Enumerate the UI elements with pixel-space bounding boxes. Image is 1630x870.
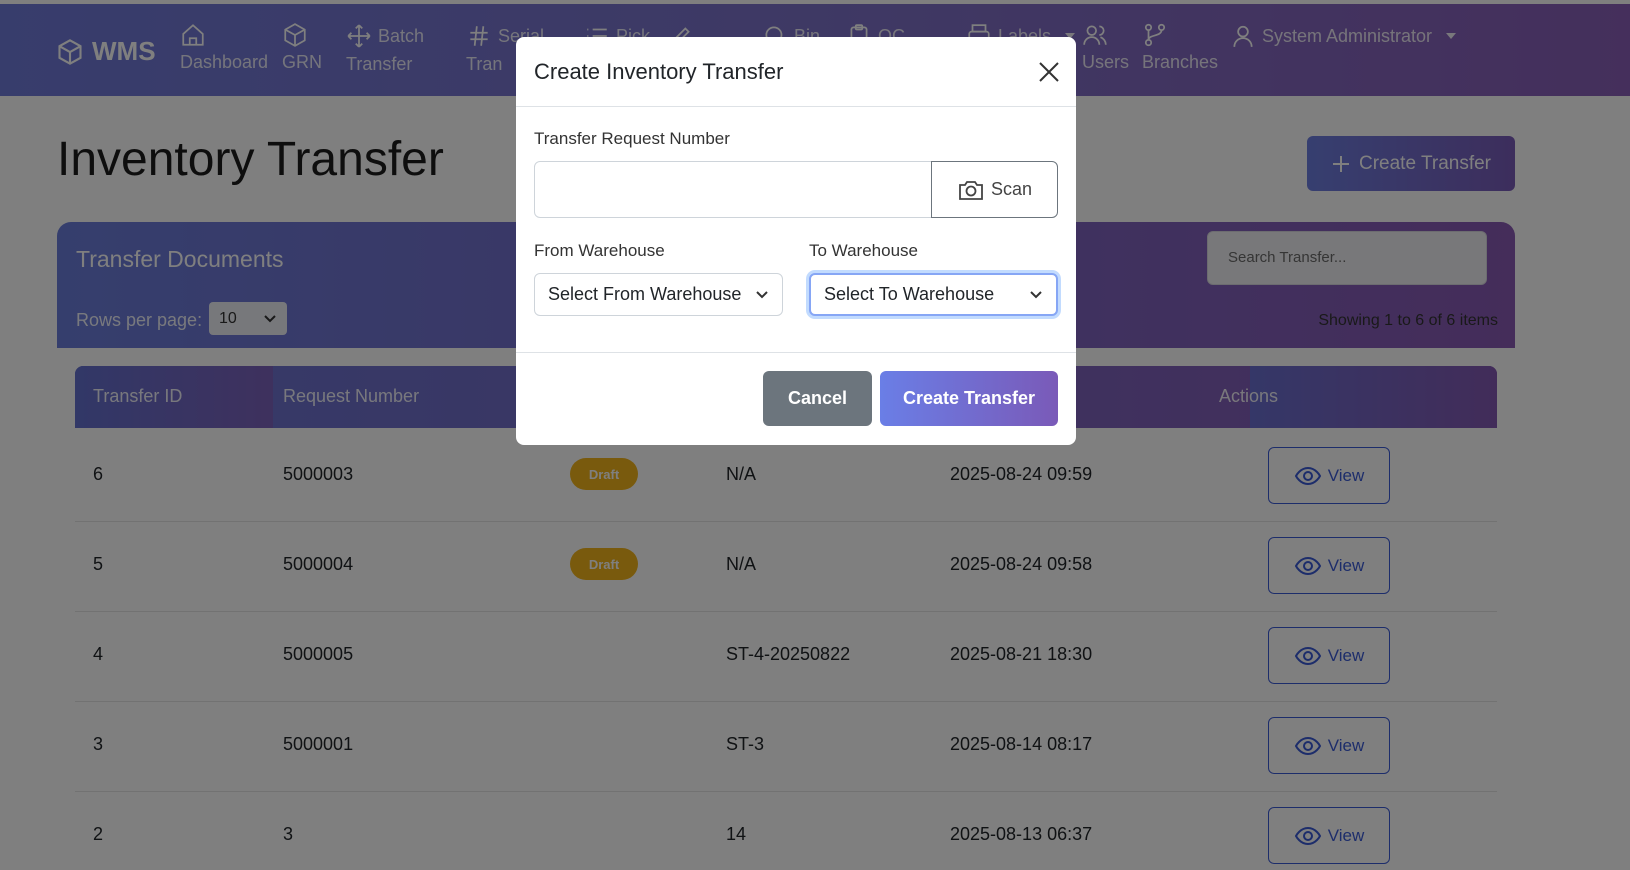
from-warehouse-label: From Warehouse bbox=[534, 241, 665, 260]
modal-footer-divider bbox=[516, 352, 1076, 353]
from-warehouse-select[interactable]: Select From Warehouse bbox=[534, 273, 783, 316]
chevron-down-icon bbox=[756, 290, 768, 298]
to-warehouse-select[interactable]: Select To Warehouse bbox=[809, 273, 1058, 316]
submit-create-transfer-button[interactable]: Create Transfer bbox=[880, 371, 1058, 426]
cancel-button[interactable]: Cancel bbox=[763, 371, 872, 426]
to-warehouse-label: To Warehouse bbox=[809, 241, 918, 260]
chevron-down-icon bbox=[1030, 290, 1042, 298]
modal-title: Create Inventory Transfer bbox=[534, 59, 784, 84]
close-icon[interactable] bbox=[1036, 59, 1062, 85]
scan-label: Scan bbox=[990, 179, 1033, 199]
request-number-input[interactable] bbox=[534, 161, 932, 218]
modal-header: Create Inventory Transfer bbox=[516, 37, 1076, 107]
scan-button[interactable]: Scan bbox=[931, 161, 1058, 218]
create-transfer-modal: Create Inventory Transfer Transfer Reque… bbox=[516, 37, 1076, 445]
camera-icon bbox=[959, 180, 983, 200]
request-number-label: Transfer Request Number bbox=[534, 129, 730, 148]
to-warehouse-value: Select To Warehouse bbox=[824, 284, 995, 304]
from-warehouse-value: Select From Warehouse bbox=[548, 284, 742, 304]
